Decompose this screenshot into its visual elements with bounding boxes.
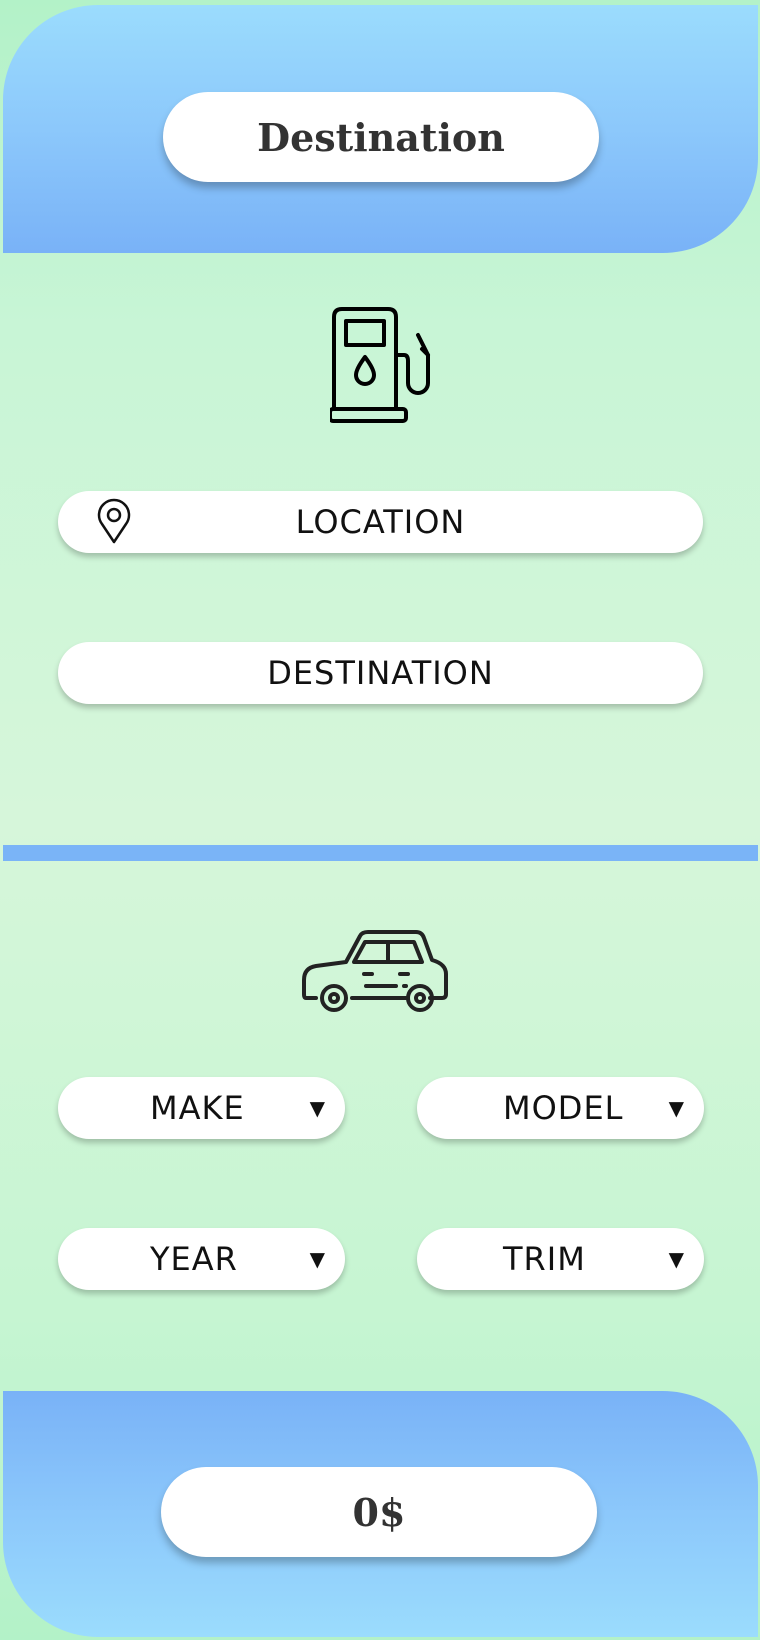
page-title-card: Destination: [163, 92, 599, 182]
year-label: YEAR: [150, 1240, 238, 1278]
trim-label: TRIM: [503, 1240, 586, 1278]
chevron-down-icon: ▼: [309, 1247, 325, 1271]
destination-field[interactable]: DESTINATION: [58, 642, 703, 704]
destination-label: DESTINATION: [267, 654, 494, 692]
location-field[interactable]: LOCATION: [58, 491, 703, 553]
page-title: Destination: [257, 114, 505, 160]
map-pin-icon: [97, 498, 131, 544]
chevron-down-icon: ▼: [309, 1096, 325, 1120]
total-cost: 0$: [352, 1489, 406, 1535]
section-divider: [3, 845, 758, 861]
total-cost-card: 0$: [161, 1467, 597, 1557]
app-screen: Destination LOCATION DESTINATION MAKE ▼ …: [0, 0, 760, 1640]
fuel-pump-icon: [330, 307, 430, 423]
trim-select[interactable]: TRIM ▼: [417, 1228, 704, 1290]
location-label: LOCATION: [295, 503, 466, 541]
make-select[interactable]: MAKE ▼: [58, 1077, 345, 1139]
year-select[interactable]: YEAR ▼: [58, 1228, 345, 1290]
chevron-down-icon: ▼: [668, 1247, 684, 1271]
chevron-down-icon: ▼: [668, 1096, 684, 1120]
model-select[interactable]: MODEL ▼: [417, 1077, 704, 1139]
make-label: MAKE: [150, 1089, 245, 1127]
car-icon: [302, 930, 448, 1012]
model-label: MODEL: [503, 1089, 624, 1127]
